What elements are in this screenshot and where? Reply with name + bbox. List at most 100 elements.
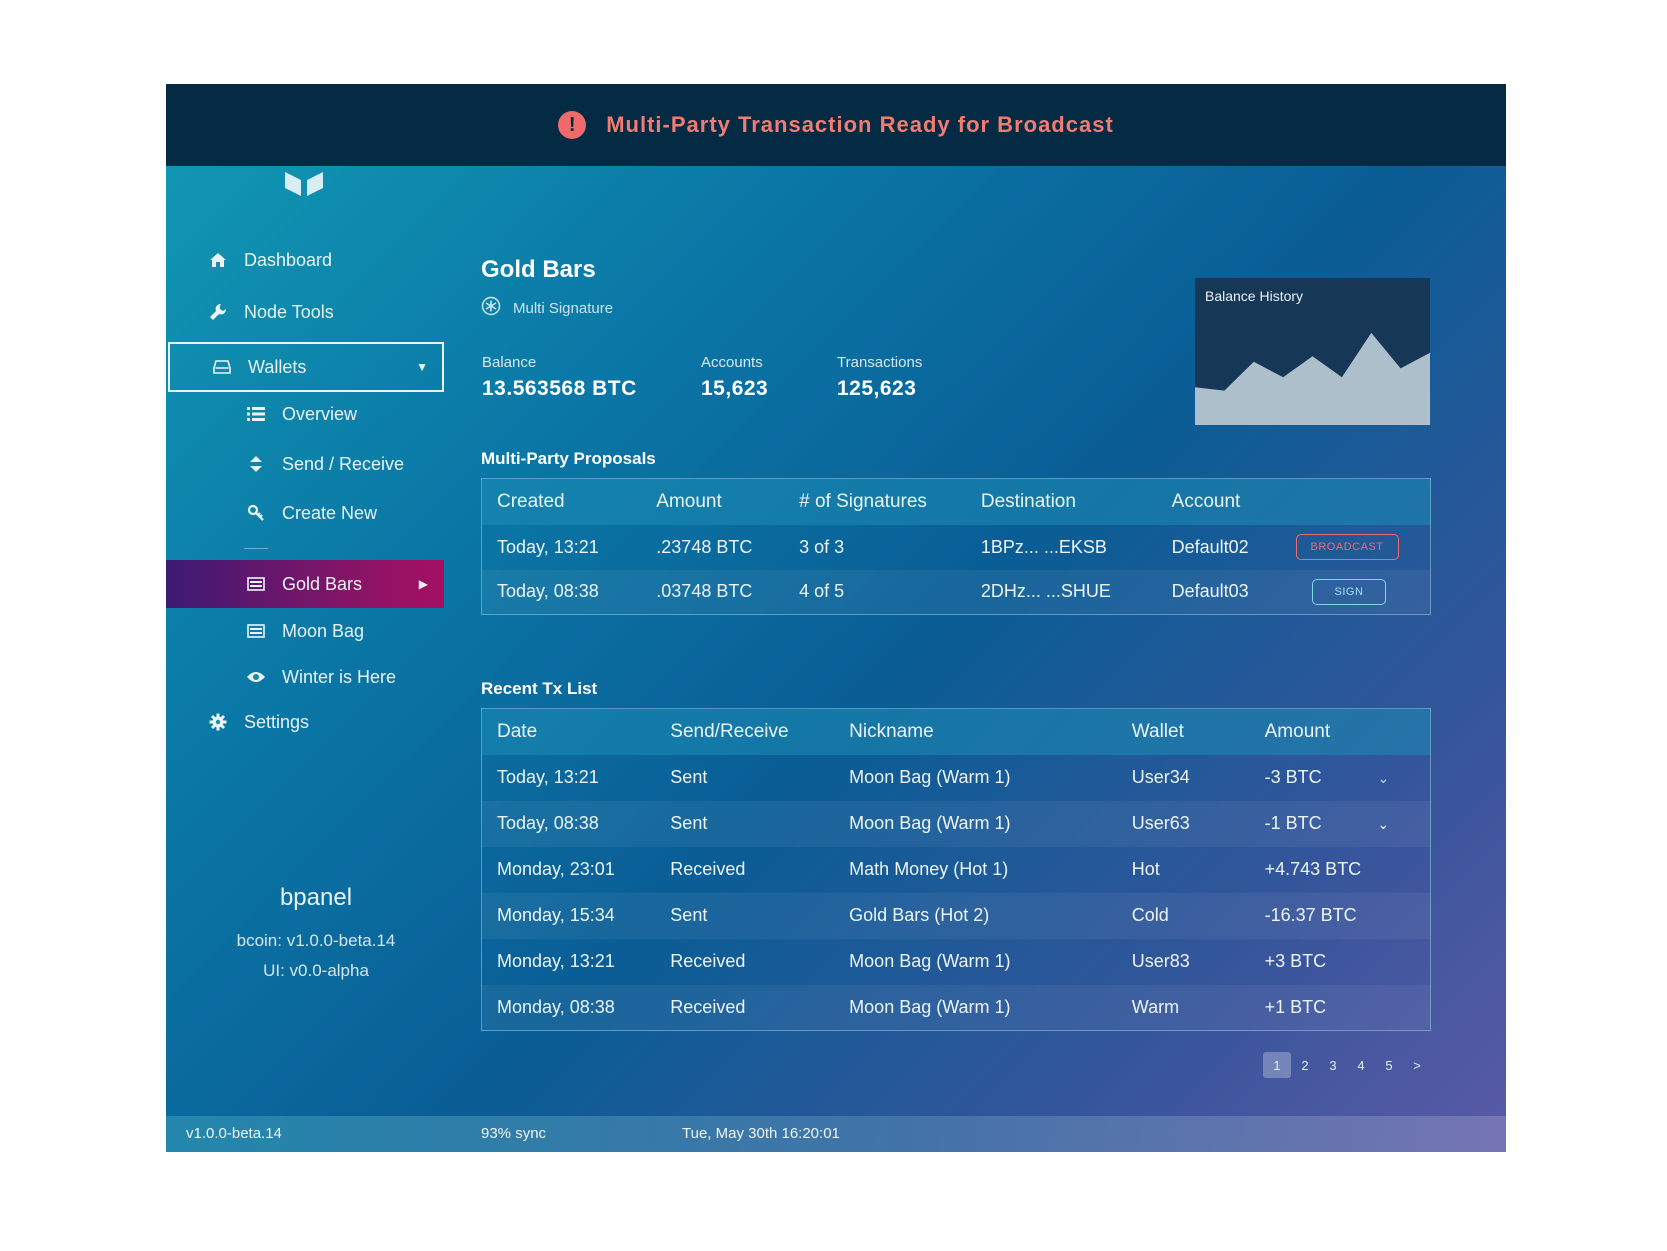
page-4-button[interactable]: 4	[1347, 1052, 1375, 1078]
sidebar-item-label: Wallets	[248, 356, 307, 377]
sidebar-item-label: Create New	[282, 502, 378, 523]
sidebar-item-label: Node Tools	[244, 301, 334, 322]
cell-action: BROADCAST	[1295, 525, 1431, 570]
drive-icon	[210, 360, 234, 374]
col-destination[interactable]: Destination	[980, 478, 1172, 525]
sidebar-item-label: Settings	[244, 711, 310, 732]
cell-direction: Received	[670, 984, 850, 1031]
multisig-icon	[481, 296, 501, 320]
col-wallet[interactable]: Wallet	[1131, 708, 1265, 755]
cell-nickname: Moon Bag (Warm 1)	[849, 951, 1011, 971]
chevron-down-icon: ▼	[416, 360, 428, 374]
exclamation-circle-icon: !	[558, 111, 587, 139]
cell-amount: -1 BTC	[1264, 800, 1378, 847]
wallet-icon	[244, 577, 268, 591]
col-amount[interactable]: Amount	[656, 478, 800, 525]
page-3-button[interactable]: 3	[1319, 1052, 1347, 1078]
chevron-down-icon[interactable]: ⌄	[1378, 816, 1390, 832]
col-amount[interactable]: Amount	[1264, 708, 1378, 755]
cell-date: Monday, 13:21	[497, 951, 615, 971]
bpanel-logo-icon[interactable]	[283, 166, 325, 198]
cell-nickname: Moon Bag (Warm 1)	[849, 984, 1132, 1031]
chevron-right-icon: ▶	[418, 577, 428, 591]
col-created[interactable]: Created	[481, 478, 657, 525]
table-row[interactable]: Today, 13:21 .23748 BTC 3 of 3 1BPz... .…	[482, 525, 1431, 570]
cell-date: Monday, 08:38	[481, 984, 671, 1031]
table-row[interactable]: Today, 13:21 Sent Moon Bag (Warm 1) User…	[482, 755, 1431, 801]
wallet-title: Gold Bars	[481, 256, 596, 283]
sidebar-item-label: Gold Bars	[282, 573, 363, 594]
proposals-table: Created Amount # of Signatures Destinati…	[481, 478, 1431, 615]
cell-nickname: Math Money (Hot 1)	[849, 859, 1009, 879]
gear-icon	[206, 713, 230, 731]
status-sync: 93% sync	[481, 1125, 547, 1142]
broadcast-button[interactable]: BROADCAST	[1295, 534, 1399, 560]
stat-label: Transactions	[837, 354, 923, 371]
cell-amount: .03748 BTC	[656, 569, 800, 615]
balance-history-chart[interactable]: Balance History	[1195, 278, 1430, 425]
sidebar-item-winter-is-here[interactable]: Winter is Here	[166, 653, 444, 701]
col-date[interactable]: Date	[481, 708, 671, 755]
chevron-down-icon[interactable]: ⌄	[1378, 770, 1390, 786]
sidebar-item-label: Moon Bag	[282, 620, 365, 641]
sidebar-item-create-new[interactable]: Create New	[166, 489, 444, 537]
brand-name: bpanel	[279, 884, 353, 911]
sidebar-item-settings[interactable]: Settings	[166, 698, 444, 746]
stat-label: Balance	[482, 354, 537, 371]
stat-value: 125,623	[837, 377, 917, 400]
balance-history-plot	[1195, 332, 1430, 425]
cell-nickname: Gold Bars (Hot 2)	[849, 892, 1132, 939]
sidebar-item-moon-bag[interactable]: Moon Bag	[166, 607, 444, 655]
cell-direction: Sent	[670, 800, 850, 847]
table-row[interactable]: Monday, 15:34 Sent Gold Bars (Hot 2) Col…	[481, 892, 1431, 939]
cell-direction: Received	[670, 951, 746, 971]
sign-button[interactable]: SIGN	[1311, 578, 1387, 605]
col-account[interactable]: Account	[1171, 478, 1296, 525]
cell-amount: -3 BTC	[1264, 767, 1322, 787]
next-page-button[interactable]: >	[1403, 1052, 1431, 1078]
cell-signatures-link[interactable]: 3 of 3	[799, 525, 981, 570]
page-5-button[interactable]: 5	[1375, 1052, 1403, 1078]
eye-icon	[244, 670, 268, 684]
table-row[interactable]: Monday, 23:01 Received Math Money (Hot 1…	[482, 847, 1431, 893]
cell-destination: 2DHz... ...SHUE	[980, 569, 1172, 615]
sidebar-item-overview[interactable]: Overview	[166, 390, 444, 438]
home-icon	[206, 252, 230, 268]
cell-wallet: Cold	[1131, 892, 1265, 939]
wallet-icon	[244, 624, 268, 638]
alert-banner[interactable]: ! Multi-Party Transaction Ready for Broa…	[166, 84, 1506, 166]
table-row[interactable]: Monday, 13:21 Received Moon Bag (Warm 1)…	[482, 939, 1431, 985]
cell-destination: 1BPz... ...EKSB	[980, 536, 1107, 557]
sidebar-item-dashboard[interactable]: Dashboard	[166, 236, 444, 284]
table-row[interactable]: Today, 08:38 .03748 BTC 4 of 5 2DHz... .…	[481, 569, 1431, 615]
stat-label: Accounts	[701, 354, 763, 371]
cell-created: Today, 13:21	[497, 536, 599, 557]
cell-wallet: User63	[1131, 800, 1265, 847]
page-2-button[interactable]: 2	[1291, 1052, 1319, 1078]
sidebar-item-gold-bars[interactable]: Gold Bars ▶	[166, 560, 444, 608]
sidebar-item-node-tools[interactable]: Node Tools	[166, 288, 444, 336]
col-nickname[interactable]: Nickname	[849, 708, 1132, 755]
cell-wallet: Hot	[1131, 859, 1160, 879]
table-row[interactable]: Monday, 08:38 Received Moon Bag (Warm 1)…	[481, 984, 1431, 1031]
cell-amount: +4.743 BTC	[1264, 859, 1362, 879]
sidebar-item-label: Overview	[282, 403, 358, 424]
sidebar-item-send-receive[interactable]: Send / Receive	[166, 440, 444, 488]
stat-value: 13.563568 BTC	[482, 377, 637, 400]
stat-value: 15,623	[701, 377, 769, 400]
cell-date: Today, 13:21	[497, 767, 599, 787]
col-send-receive[interactable]: Send/Receive	[670, 708, 850, 755]
cell-wallet: Warm	[1131, 984, 1265, 1031]
wallet-type-label: Multi Signature	[513, 299, 614, 317]
sidebar-item-wallets[interactable]: Wallets ▼	[168, 342, 444, 392]
page-1-button[interactable]: 1	[1263, 1052, 1291, 1078]
key-icon	[244, 504, 268, 522]
table-row[interactable]: Today, 08:38 Sent Moon Bag (Warm 1) User…	[481, 800, 1431, 847]
pagination: 1 2 3 4 5 >	[1263, 1052, 1431, 1078]
cell-amount: .23748 BTC	[656, 536, 753, 557]
col-expand	[1377, 708, 1431, 755]
brand-info: bpanel bcoin: v1.0.0-beta.14 UI: v0.0-al…	[206, 884, 426, 986]
status-version: v1.0.0-beta.14	[186, 1125, 282, 1142]
stat-transactions: Transactions 125,623	[837, 354, 922, 401]
col-signatures[interactable]: # of Signatures	[799, 478, 981, 525]
